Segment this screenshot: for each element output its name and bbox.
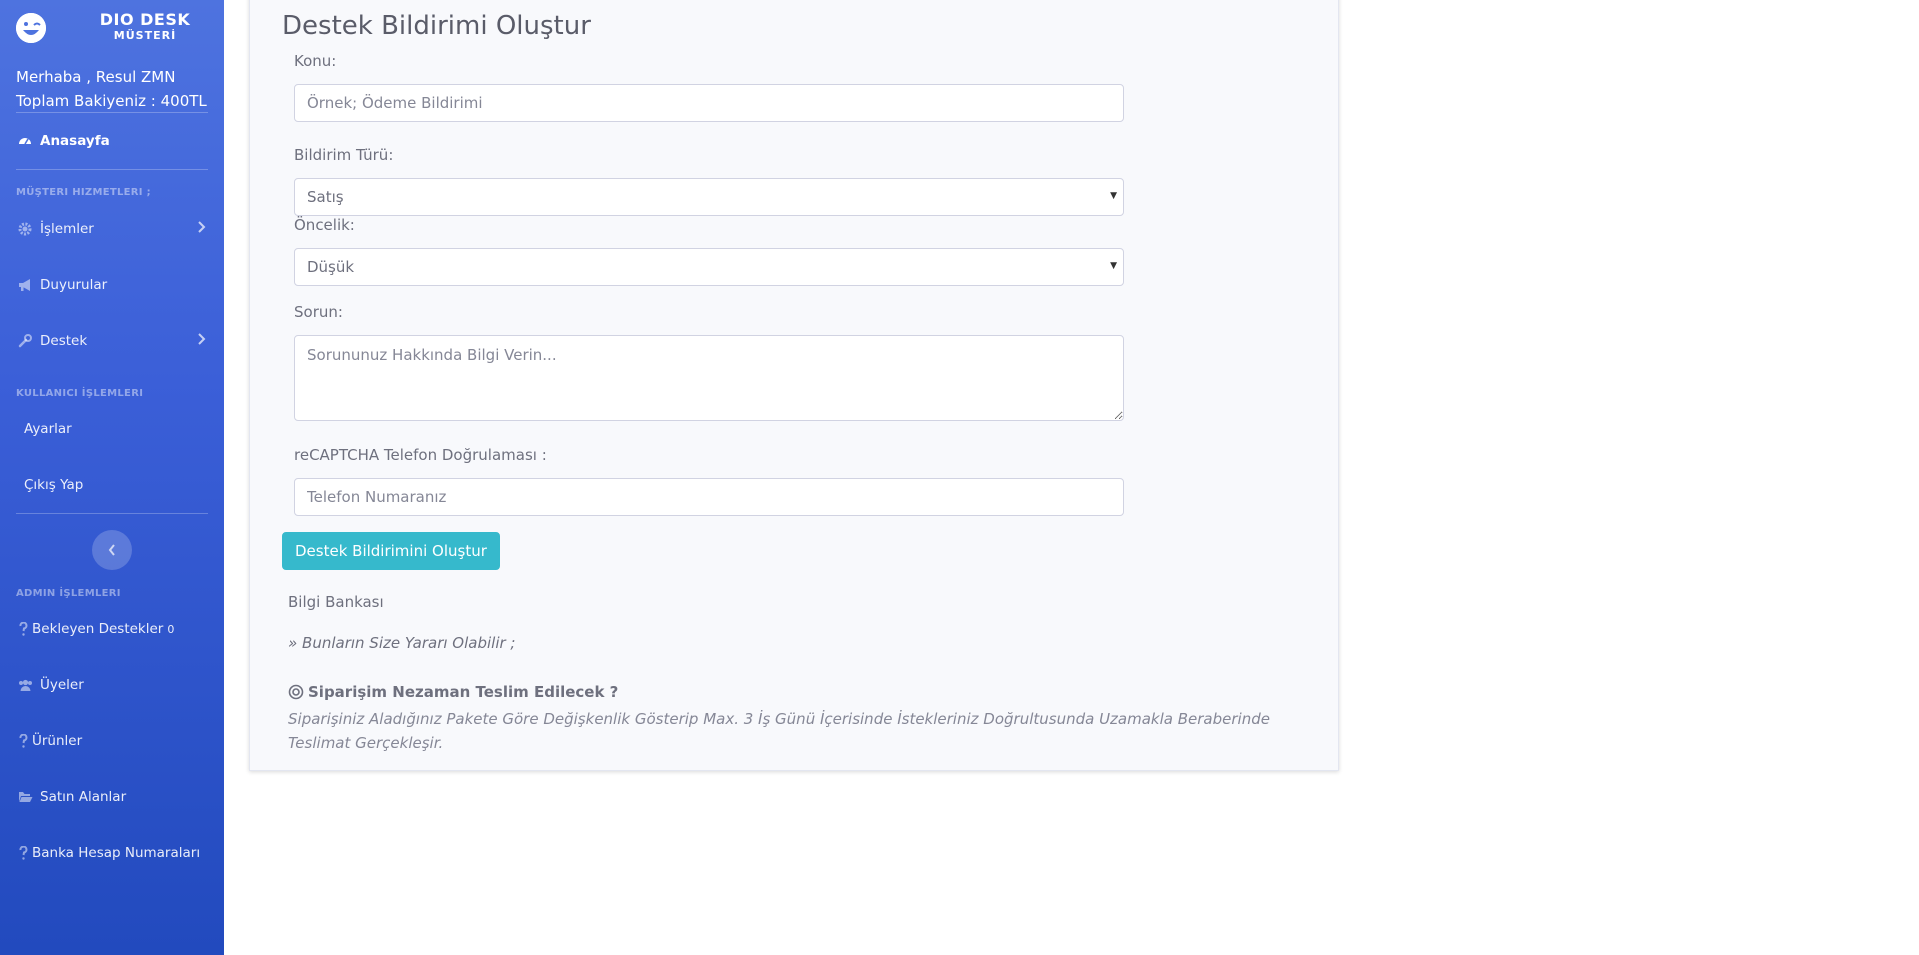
- knowledge-base-hint: » Bunların Size Yararı Olabilir ;: [288, 634, 516, 652]
- sidebar-item-destek[interactable]: Destek: [16, 329, 208, 353]
- subject-input[interactable]: [294, 84, 1124, 122]
- question-icon: [16, 732, 30, 750]
- dot-circle-icon: [288, 684, 304, 700]
- sidebar-item-label: Destek: [40, 333, 88, 349]
- captcha-label: reCAPTCHA Telefon Doğrulaması :: [294, 446, 547, 464]
- sidebar-item-label: Çıkış Yap: [24, 477, 84, 493]
- sidebar-item-urunler[interactable]: Ürünler: [16, 729, 208, 753]
- sidebar-item-duyurular[interactable]: Duyurular: [16, 273, 208, 297]
- chevron-right-icon: [198, 221, 206, 237]
- chevron-left-icon: [108, 541, 116, 560]
- priority-label: Öncelik:: [294, 216, 355, 234]
- priority-select[interactable]: Düşük ▼: [294, 248, 1124, 286]
- sidebar-divider: [16, 169, 208, 170]
- users-icon: [16, 676, 34, 694]
- sidebar-item-ayarlar[interactable]: Ayarlar: [24, 417, 216, 441]
- sidebar-item-label: Duyurular: [40, 277, 108, 293]
- caret-down-icon: ▼: [1110, 261, 1117, 271]
- submit-ticket-button[interactable]: Destek Bildirimini Oluştur: [282, 532, 500, 570]
- tachometer-icon: [16, 132, 34, 150]
- faq-question-text: Siparişim Nezaman Teslim Edilecek ?: [308, 683, 619, 701]
- chevron-right-icon: [198, 333, 206, 349]
- sidebar-toggle-button[interactable]: [92, 530, 132, 570]
- caret-down-icon: ▼: [1110, 191, 1117, 201]
- user-balance: Toplam Bakiyeniz : 400TL: [16, 92, 207, 110]
- sidebar-item-label: Satın Alanlar: [40, 789, 127, 805]
- sidebar-item-label: Bekleyen Destekler: [32, 621, 164, 637]
- question-icon: [16, 620, 30, 638]
- brand[interactable]: DIO DESK MÜSTERİ: [16, 10, 216, 46]
- sidebar: DIO DESK MÜSTERİ Merhaba , Resul ZMN Top…: [0, 0, 224, 955]
- ticket-type-value: Satış: [307, 188, 344, 206]
- sidebar-item-satin-alanlar[interactable]: Satın Alanlar: [16, 785, 208, 809]
- faq-answer: Siparişiniz Aladığınız Pakete Göre Değiş…: [288, 710, 1270, 752]
- section-customer-services: MÜŞTERI HIZMETLERI ;: [16, 187, 151, 198]
- section-admin-operations: ADMIN İŞLEMLERI: [16, 588, 121, 599]
- sidebar-item-pending-tickets[interactable]: Bekleyen Destekler 0: [16, 617, 208, 641]
- faq-question[interactable]: Siparişim Nezaman Teslim Edilecek ?: [288, 683, 618, 701]
- sidebar-item-logout[interactable]: Çıkış Yap: [24, 473, 216, 497]
- sidebar-item-islemler[interactable]: İşlemler: [16, 217, 208, 241]
- sidebar-item-label: İşlemler: [40, 221, 94, 237]
- laugh-wink-icon: [16, 13, 46, 43]
- sidebar-item-home[interactable]: Anasayfa: [16, 129, 208, 153]
- phone-input[interactable]: [294, 478, 1124, 516]
- sidebar-item-label: Ayarlar: [24, 421, 72, 437]
- sidebar-item-uyeler[interactable]: Üyeler: [16, 673, 208, 697]
- subject-label: Konu:: [294, 52, 337, 70]
- folder-open-icon: [16, 788, 34, 806]
- bullhorn-icon: [16, 276, 34, 294]
- page-title: Destek Bildirimi Oluştur: [282, 11, 591, 41]
- question-icon: [16, 844, 30, 862]
- user-greeting: Merhaba , Resul ZMN: [16, 68, 176, 86]
- sidebar-divider: [16, 112, 208, 113]
- sidebar-item-label: Anasayfa: [40, 133, 110, 149]
- sidebar-item-bank-accounts[interactable]: Banka Hesap Numaraları: [16, 841, 208, 865]
- problem-label: Sorun:: [294, 303, 343, 321]
- sidebar-divider: [16, 513, 208, 514]
- brand-subtitle: MÜSTERİ: [113, 29, 177, 42]
- pending-count-badge: 0: [167, 622, 175, 636]
- problem-textarea[interactable]: [294, 335, 1124, 421]
- knowledge-base-title: Bilgi Bankası: [288, 593, 384, 611]
- user-info: Merhaba , Resul ZMN Toplam Bakiyeniz : 4…: [16, 65, 207, 113]
- brand-title: DIO DESK: [99, 10, 191, 29]
- section-user-operations: KULLANICI İŞLEMLERI: [16, 388, 144, 399]
- ticket-type-select[interactable]: Satış ▼: [294, 178, 1124, 216]
- support-ticket-card: Destek Bildirimi Oluştur Konu: Bildirim …: [249, 0, 1339, 771]
- sidebar-item-label: Banka Hesap Numaraları: [32, 845, 201, 861]
- wrench-icon: [16, 332, 34, 350]
- ticket-type-label: Bildirim Türü:: [294, 146, 394, 164]
- sidebar-item-label: Üyeler: [40, 677, 84, 693]
- sidebar-item-label: Ürünler: [32, 733, 83, 749]
- priority-value: Düşük: [307, 258, 355, 276]
- cog-icon: [16, 220, 34, 238]
